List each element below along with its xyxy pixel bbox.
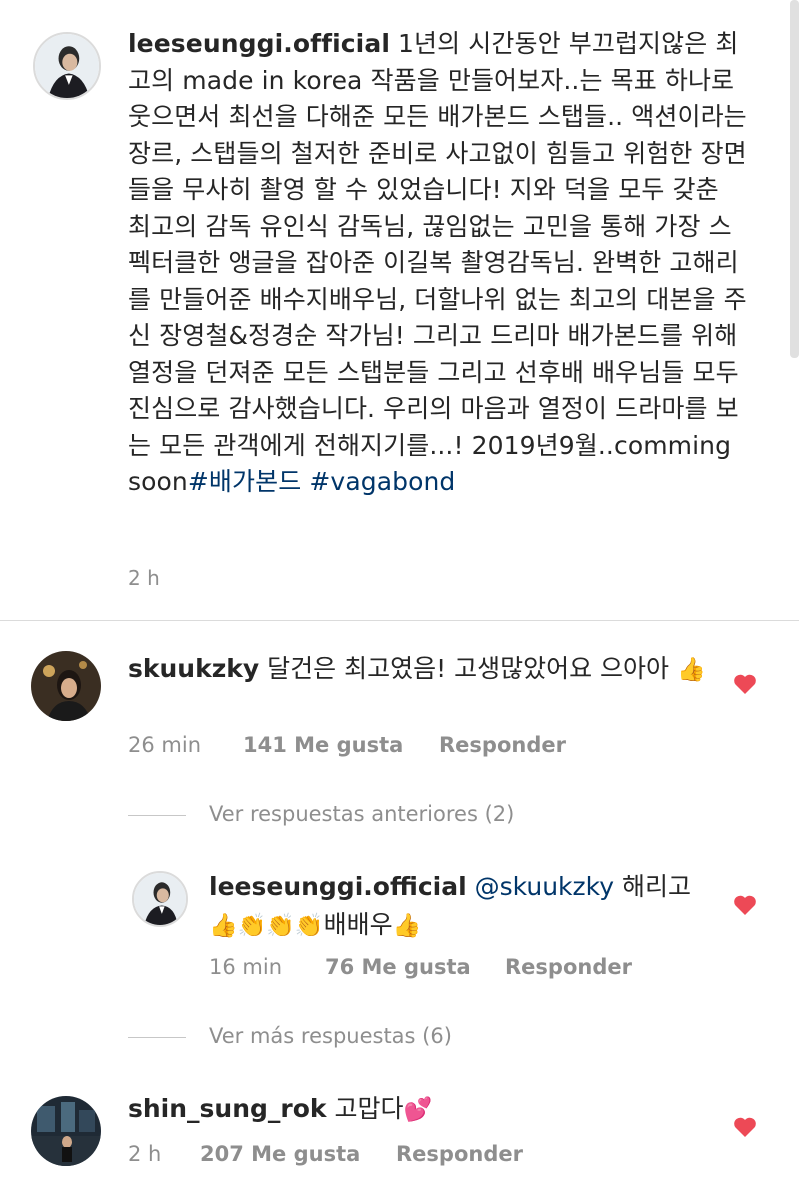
likes-count[interactable]: 207 Me gusta: [200, 1142, 360, 1166]
hashtag-link[interactable]: #vagabond: [309, 467, 455, 496]
thread-line: [128, 1037, 186, 1038]
likes-count[interactable]: 76 Me gusta: [325, 955, 471, 979]
avatar[interactable]: [132, 871, 188, 927]
post-caption: leeseunggi.official 1년의 시간동안 부끄럽지않은 최고의 …: [128, 26, 748, 501]
like-heart-icon[interactable]: [733, 673, 757, 695]
comment-username[interactable]: shin_sung_rok: [128, 1094, 327, 1123]
reply-username[interactable]: leeseunggi.official: [209, 872, 467, 901]
comment-text: skuukzky 달건은 최고였음! 고생많았어요 으아아 👍: [128, 650, 718, 689]
reply-body-1: 해리고: [621, 872, 691, 901]
reply-button[interactable]: Responder: [396, 1142, 523, 1166]
comment-meta: 2 h 207 Me gusta Responder: [128, 1142, 728, 1170]
reply-meta: 16 min 76 Me gusta Responder: [209, 955, 729, 983]
view-more-replies[interactable]: Ver más respuestas (6): [209, 1024, 452, 1048]
scrollbar[interactable]: [790, 0, 799, 358]
comment-body: 고맙다: [334, 1094, 404, 1123]
avatar[interactable]: [31, 651, 101, 721]
clapping-emoji: 👍👏👏👏: [209, 913, 324, 939]
hashtag-link[interactable]: #배가본드: [188, 467, 301, 496]
like-heart-icon[interactable]: [733, 894, 757, 916]
like-heart-icon[interactable]: [733, 1116, 757, 1138]
avatar[interactable]: [31, 1096, 101, 1166]
reply-button[interactable]: Responder: [439, 733, 566, 757]
comment-time: 26 min: [128, 733, 201, 757]
likes-count[interactable]: 141 Me gusta: [243, 733, 403, 757]
hearts-emoji: 💕: [403, 1097, 433, 1123]
reply-text: leeseunggi.official @skuukzky 해리고 👍👏👏👏배배우…: [209, 868, 699, 945]
comment-body: 달건은 최고였음! 고생많았어요 으아아: [267, 654, 670, 683]
caption-text: 1년의 시간동안 부끄럽지않은 최고의 made in korea 작품을 만들…: [128, 29, 747, 496]
thumbs-up-emoji: 👍: [392, 913, 422, 939]
thumbs-up-emoji: 👍: [676, 657, 706, 683]
comment-username[interactable]: skuukzky: [128, 654, 259, 683]
avatar[interactable]: [33, 32, 101, 100]
divider: [0, 620, 799, 621]
comment-time: 2 h: [128, 1142, 162, 1166]
thread-line: [128, 815, 186, 816]
comment-text: shin_sung_rok 고맙다💕: [128, 1090, 718, 1129]
mention-link[interactable]: @skuukzky: [475, 872, 614, 901]
comment-meta: 26 min 141 Me gusta Responder: [128, 733, 728, 761]
view-previous-replies[interactable]: Ver respuestas anteriores (2): [209, 802, 514, 826]
reply-body-2: 배배우: [323, 910, 393, 939]
caption-username[interactable]: leeseunggi.official: [128, 29, 390, 58]
reply-button[interactable]: Responder: [505, 955, 632, 979]
caption-timestamp: 2 h: [128, 566, 160, 590]
reply-time: 16 min: [209, 955, 282, 979]
